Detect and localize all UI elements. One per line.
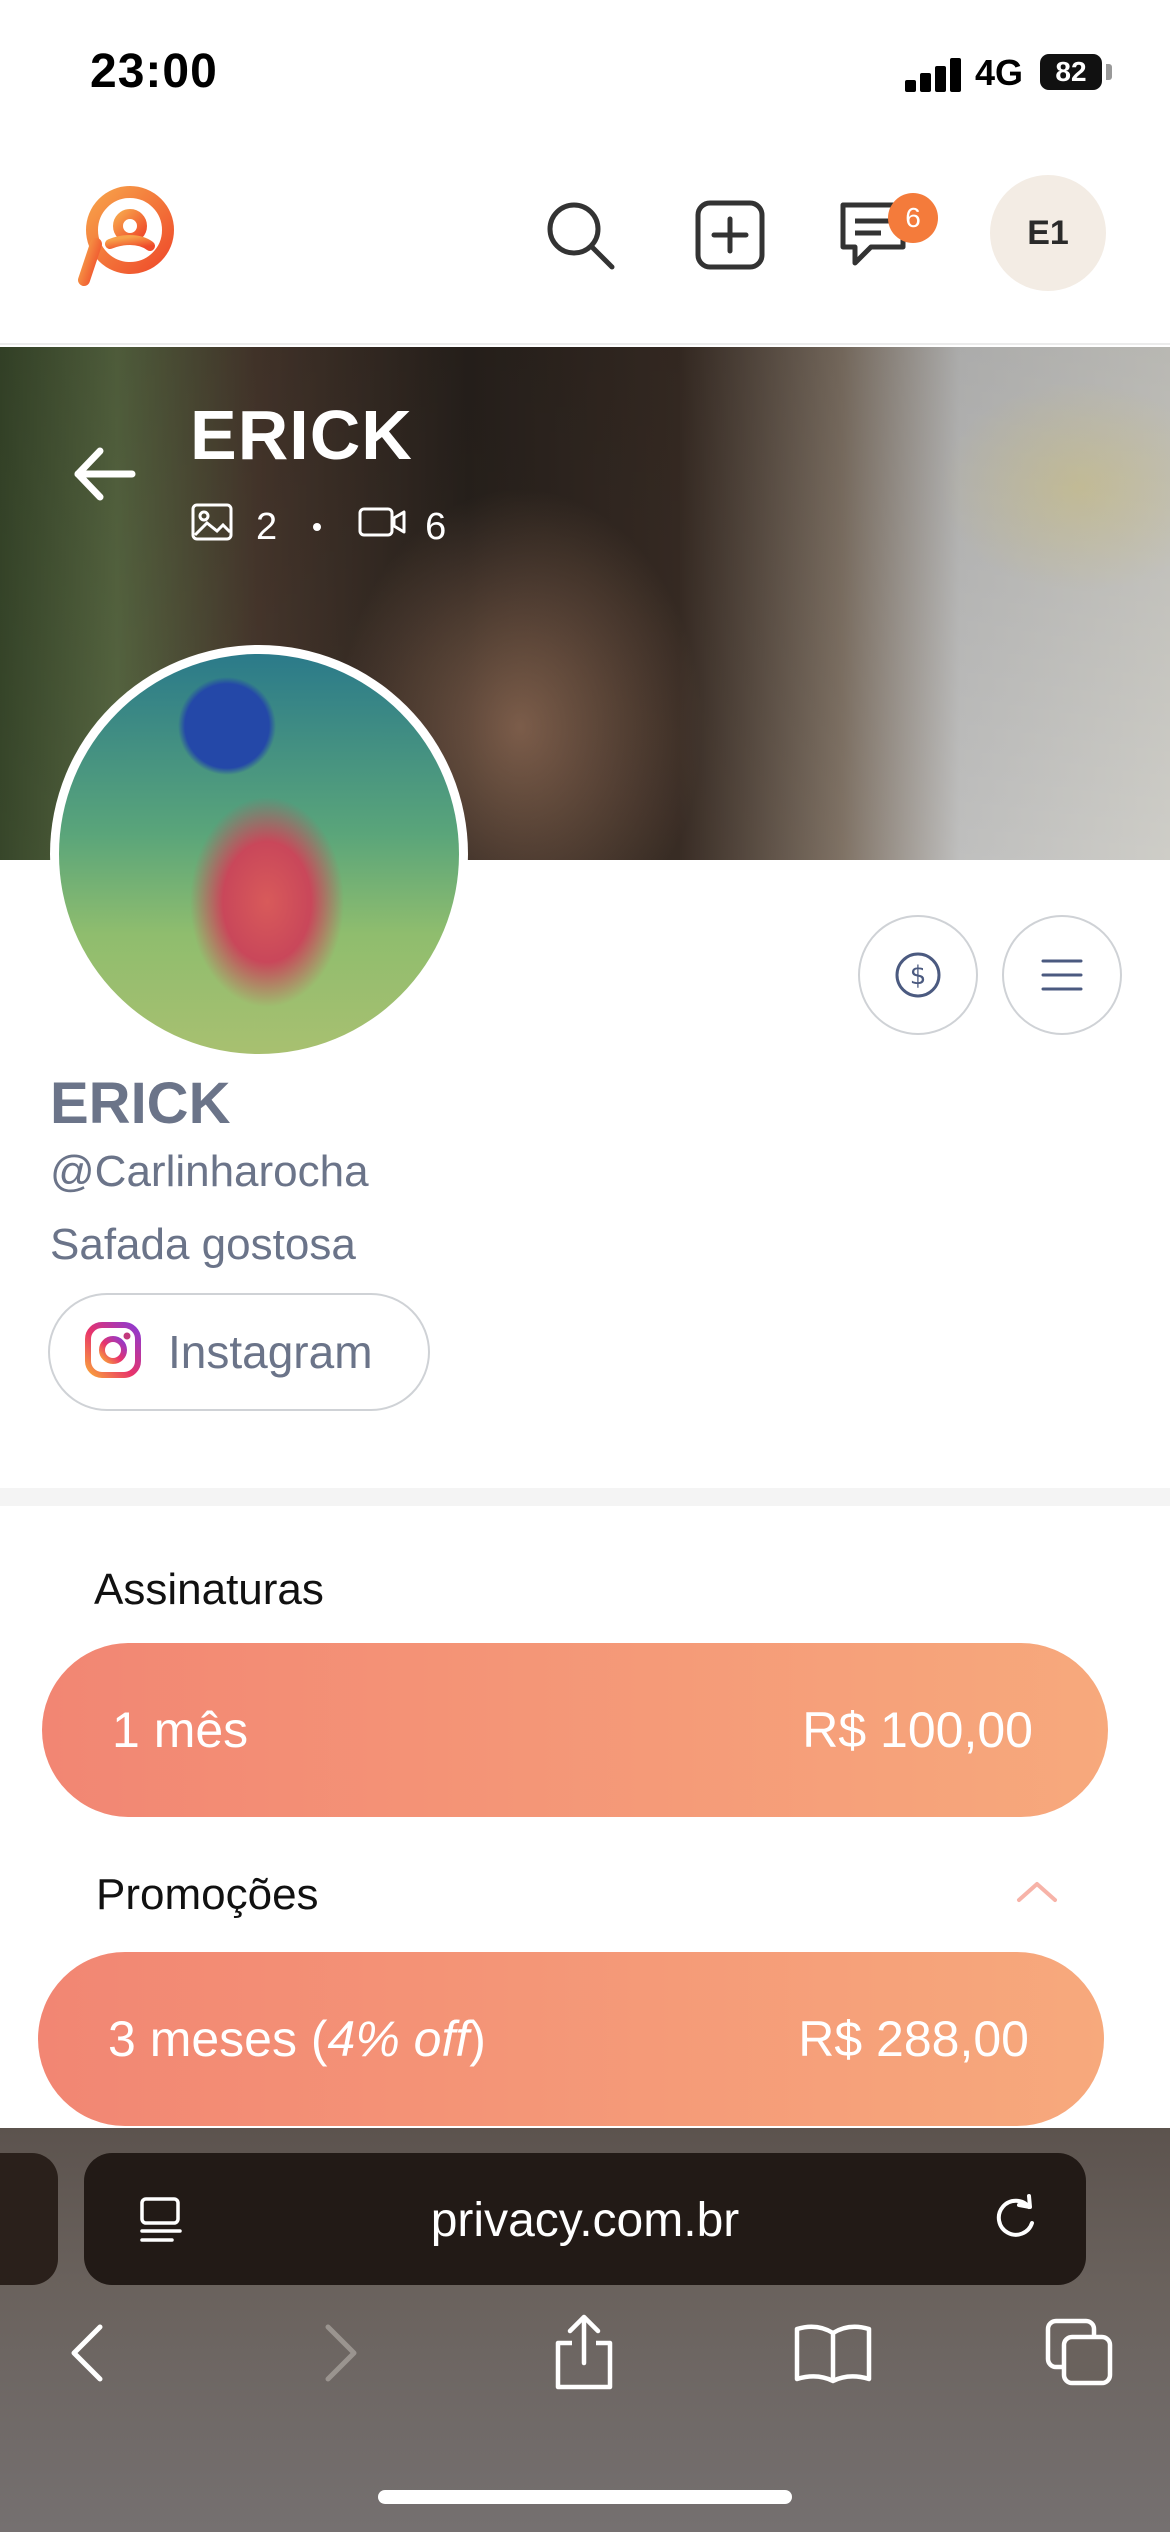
- section-divider: [0, 1488, 1170, 1506]
- profile-name: ERICK: [50, 1071, 231, 1136]
- profile-bio: Safada gostosa: [50, 1220, 356, 1269]
- status-bar: 23:00 4G 82: [0, 0, 1170, 140]
- bookmarks-icon[interactable]: [783, 2298, 883, 2408]
- privacy-logo-icon[interactable]: [70, 180, 180, 290]
- browser-toolbar: privacy.com.br: [0, 2128, 1170, 2532]
- image-icon: [190, 502, 234, 552]
- signal-icon: [905, 58, 963, 92]
- reload-icon[interactable]: [989, 2193, 1041, 2250]
- menu-button[interactable]: [1002, 915, 1122, 1035]
- separator-dot: [313, 523, 322, 531]
- plan-price: R$ 100,00: [802, 1702, 1033, 1758]
- tip-button[interactable]: $: [858, 915, 978, 1035]
- app-header: 6 E1: [0, 150, 1170, 345]
- notification-badge: 6: [888, 193, 938, 243]
- promotions-title: Promoções: [96, 1870, 319, 1919]
- promo-price: R$ 288,00: [798, 2011, 1029, 2067]
- instagram-button[interactable]: Instagram: [48, 1293, 430, 1411]
- tabs-icon[interactable]: [1030, 2298, 1130, 2408]
- video-icon: [357, 504, 407, 550]
- plan-label: 1 mês: [112, 1702, 249, 1758]
- photo-count: 2: [256, 505, 278, 548]
- promotion-plan-button[interactable]: 3 meses (4% off) R$ 288,00: [38, 1952, 1104, 2126]
- share-icon[interactable]: [534, 2298, 634, 2408]
- chevron-up-icon[interactable]: [1015, 1880, 1059, 1904]
- network-type: 4G: [975, 52, 1024, 93]
- promo-label: 3 meses (4% off): [108, 2011, 486, 2067]
- subscription-plan-button[interactable]: 1 mês R$ 100,00: [42, 1643, 1108, 1817]
- dollar-icon: $: [895, 952, 941, 998]
- media-stats: 2 6: [190, 502, 446, 552]
- battery-icon: 82: [1040, 54, 1102, 90]
- instagram-label: Instagram: [168, 1326, 373, 1378]
- cover-title: ERICK: [190, 396, 413, 474]
- video-count: 6: [425, 505, 447, 548]
- profile-avatar[interactable]: [50, 645, 468, 1063]
- back-arrow-icon[interactable]: [70, 439, 140, 509]
- forward-icon[interactable]: [290, 2298, 390, 2408]
- browser-nav: [0, 2298, 1170, 2418]
- url-text: privacy.com.br: [430, 2194, 740, 2247]
- instagram-icon: [84, 1321, 142, 1384]
- status-time: 23:00: [90, 45, 218, 98]
- profile-photo: [59, 654, 459, 1054]
- search-icon[interactable]: [535, 190, 625, 280]
- address-bar[interactable]: privacy.com.br: [84, 2153, 1086, 2285]
- profile-handle: @Carlinharocha: [50, 1147, 369, 1196]
- hamburger-icon: [1041, 959, 1083, 991]
- add-post-icon[interactable]: [685, 190, 775, 280]
- back-icon[interactable]: [38, 2298, 138, 2408]
- subscriptions-title: Assinaturas: [94, 1565, 324, 1614]
- home-indicator: [378, 2490, 792, 2504]
- user-avatar[interactable]: E1: [990, 175, 1106, 291]
- svg-text:$: $: [910, 961, 927, 991]
- battery-tip: [1106, 64, 1112, 80]
- previous-tab[interactable]: [0, 2153, 58, 2285]
